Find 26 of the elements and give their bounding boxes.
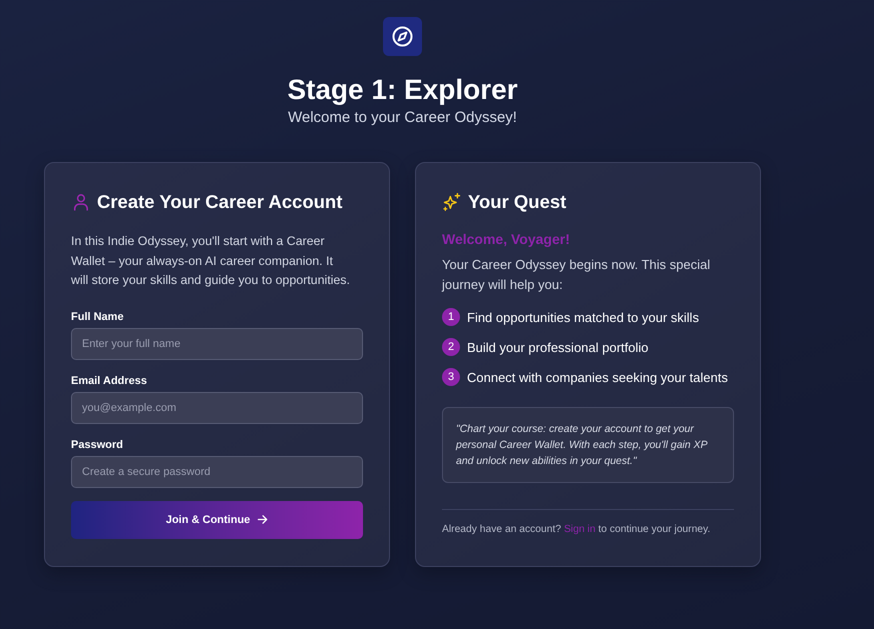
field-label: Full Name	[71, 310, 125, 324]
step-number-badge: 1	[442, 308, 460, 326]
input-field[interactable]: Create a secure password	[71, 456, 363, 488]
field-label: Email Address	[71, 374, 148, 388]
input-field[interactable]: you@example.com	[71, 392, 363, 424]
step-number-badge: 2	[442, 338, 460, 356]
card-title: Your Quest	[468, 191, 566, 213]
user-icon	[71, 192, 91, 212]
intro-text: In this Indie Odyssey, you'll start with a Career Wallet – your always-on AI career companion. It will store your skills and guide you to opportunities.	[71, 233, 351, 289]
step-text: Connect with companies seeking your talents	[467, 370, 728, 384]
step-text: Build your professional portfolio	[467, 340, 648, 354]
greeting-text: Welcome, Voyager!	[442, 230, 571, 248]
join-continue-button[interactable]: Join & Continue	[71, 500, 363, 538]
sign-in-prompt: Already have an account? Sign in to continue your journey.	[442, 523, 712, 537]
quote-box: "Chart your course: create your account to get your personal Career Wallet. With each step, you'll gain XP and unlock new abilities in your quest."	[442, 407, 734, 483]
page-title: Stage 1: Explorer	[287, 73, 518, 107]
card-title: Create Your Career Account	[97, 191, 342, 213]
intro-text: Your Career Odyssey begins now. This special journey will help you:	[442, 256, 712, 294]
step-text: Find opportunities matched to your skills	[467, 310, 699, 324]
sparkles-icon	[442, 192, 462, 212]
arrow-right-icon	[257, 514, 268, 525]
field-label: Password	[71, 438, 124, 452]
page-subtitle: Welcome to your Career Odyssey!	[288, 109, 517, 127]
input-field[interactable]: Enter your full name	[71, 328, 363, 360]
compass-icon	[383, 17, 422, 56]
step-number-badge: 3	[442, 368, 460, 386]
